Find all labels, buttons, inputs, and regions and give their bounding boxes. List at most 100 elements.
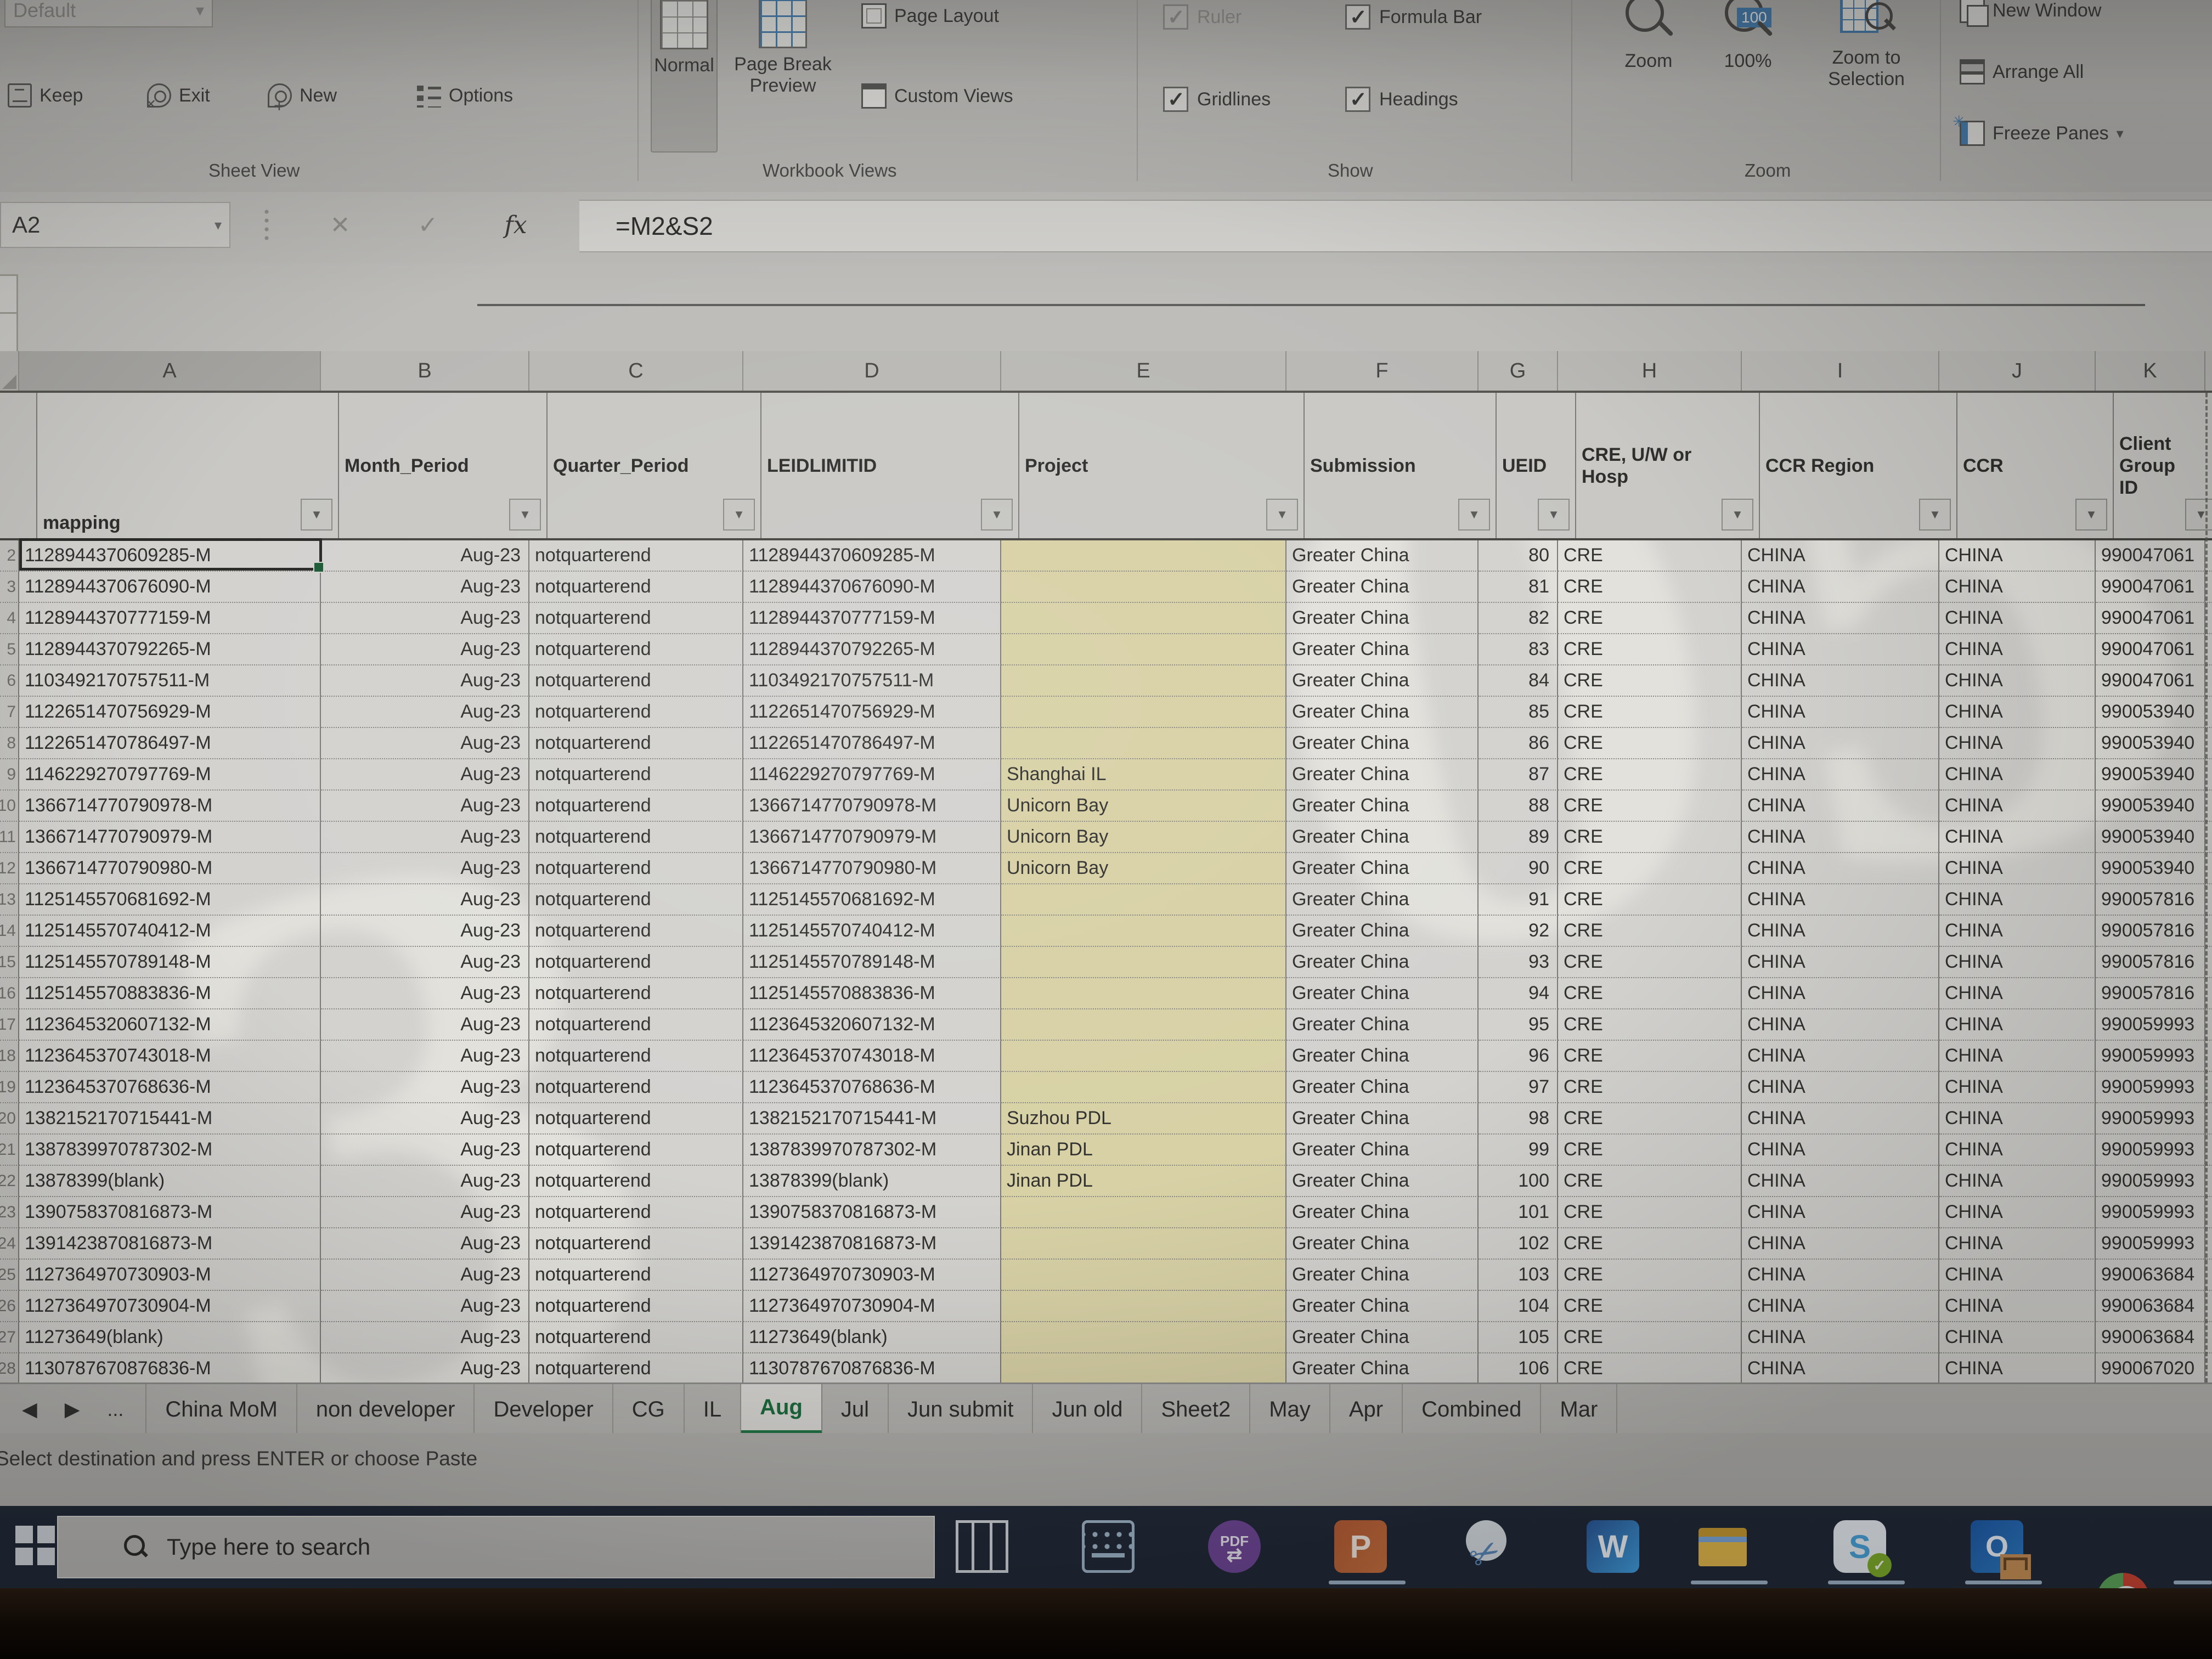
outlook-icon[interactable]: O	[1971, 1520, 2023, 1573]
cell-f[interactable]: Greater China	[1286, 947, 1479, 978]
cell-i[interactable]: CHINA	[1742, 759, 1939, 791]
cell-f[interactable]: Greater China	[1286, 540, 1479, 572]
zoom-button[interactable]: Zoom	[1607, 0, 1690, 72]
cell-e[interactable]	[1001, 947, 1286, 978]
row-header[interactable]: 27	[0, 1322, 19, 1353]
sheet-tab-may[interactable]: May	[1250, 1384, 1330, 1435]
cell-a[interactable]: 1125145570740412-M	[19, 916, 321, 947]
row-header[interactable]: 12	[0, 853, 19, 884]
cell-i[interactable]: CHINA	[1742, 1291, 1939, 1322]
arrange-all-button[interactable]: Arrange All	[1960, 59, 2084, 84]
cell-g[interactable]: 105	[1479, 1322, 1558, 1353]
cell-i[interactable]: CHINA	[1742, 978, 1939, 1009]
cell-j[interactable]: CHINA	[1939, 1009, 2096, 1041]
cell-k[interactable]: 990053940	[2096, 759, 2205, 791]
formula-bar-checkbox[interactable]	[1345, 4, 1370, 30]
cell-d[interactable]: 1127364970730904-M	[743, 1291, 1001, 1322]
cell-f[interactable]: Greater China	[1286, 1135, 1479, 1166]
cell-g[interactable]: 93	[1479, 947, 1558, 978]
row-header[interactable]: 4	[0, 603, 19, 634]
filter-dropdown-icon[interactable]	[1458, 499, 1490, 531]
cell-c[interactable]: notquarterend	[529, 1353, 743, 1383]
cell-g[interactable]: 81	[1479, 572, 1558, 603]
cell-f[interactable]: Greater China	[1286, 603, 1479, 634]
cell-b[interactable]: Aug-23	[321, 634, 529, 665]
cell-c[interactable]: notquarterend	[529, 884, 743, 916]
cell-k[interactable]: 990067020	[2096, 1353, 2205, 1383]
cell-c[interactable]: notquarterend	[529, 947, 743, 978]
cell-i[interactable]: CHINA	[1742, 1260, 1939, 1291]
sheet-tab-combined[interactable]: Combined	[1403, 1384, 1541, 1435]
cell-d[interactable]: 1387839970787302-M	[743, 1135, 1001, 1166]
header-cell-e[interactable]: Project	[1019, 393, 1305, 538]
cell-c[interactable]: notquarterend	[529, 634, 743, 665]
cell-b[interactable]: Aug-23	[321, 759, 529, 791]
sheet-tab-china-mom[interactable]: China MoM	[145, 1384, 297, 1435]
cell-k[interactable]: 990063684	[2096, 1322, 2205, 1353]
cell-c[interactable]: notquarterend	[529, 822, 743, 853]
cell-e[interactable]	[1001, 1260, 1286, 1291]
row-header[interactable]: 22	[0, 1166, 19, 1197]
cell-b[interactable]: Aug-23	[321, 1103, 529, 1135]
cell-f[interactable]: Greater China	[1286, 1166, 1479, 1197]
cell-h[interactable]: CRE	[1558, 1353, 1742, 1383]
cell-i[interactable]: CHINA	[1742, 603, 1939, 634]
filter-dropdown-icon[interactable]	[1266, 499, 1298, 531]
sheet-tab-non-developer[interactable]: non developer	[297, 1384, 475, 1435]
cell-a[interactable]: 1122651470756929-M	[19, 697, 321, 728]
cell-e[interactable]: Jinan PDL	[1001, 1166, 1286, 1197]
cell-g[interactable]: 97	[1479, 1072, 1558, 1103]
cell-e[interactable]	[1001, 728, 1286, 759]
cell-c[interactable]: notquarterend	[529, 1103, 743, 1135]
cell-i[interactable]: CHINA	[1742, 572, 1939, 603]
cell-j[interactable]: CHINA	[1939, 947, 2096, 978]
filter-dropdown-icon[interactable]	[723, 499, 755, 531]
cell-j[interactable]: CHINA	[1939, 1135, 2096, 1166]
cell-d[interactable]: 1125145570883836-M	[743, 978, 1001, 1009]
tab-scroll-right-icon[interactable]: ▶	[65, 1398, 80, 1421]
cell-h[interactable]: CRE	[1558, 697, 1742, 728]
header-cell-h[interactable]: CRE, U/W or Hosp	[1576, 393, 1760, 538]
cell-e[interactable]: Unicorn Bay	[1001, 791, 1286, 822]
cell-i[interactable]: CHINA	[1742, 665, 1939, 697]
row-header[interactable]: 20	[0, 1103, 19, 1135]
cell-a[interactable]: 1103492170757511-M	[19, 665, 321, 697]
cell-h[interactable]: CRE	[1558, 853, 1742, 884]
header-cell-i[interactable]: CCR Region	[1760, 393, 1957, 538]
cell-h[interactable]: CRE	[1558, 1166, 1742, 1197]
sheet-tab-jul[interactable]: Jul	[822, 1384, 889, 1435]
cell-b[interactable]: Aug-23	[321, 1291, 529, 1322]
cell-g[interactable]: 82	[1479, 603, 1558, 634]
cell-a[interactable]: 13878399(blank)	[19, 1166, 321, 1197]
cell-j[interactable]: CHINA	[1939, 1322, 2096, 1353]
column-header-g[interactable]: G	[1479, 351, 1558, 391]
start-button[interactable]	[15, 1526, 55, 1565]
cell-e[interactable]	[1001, 665, 1286, 697]
cell-a[interactable]: 1128944370777159-M	[19, 603, 321, 634]
cell-g[interactable]: 101	[1479, 1197, 1558, 1228]
cell-e[interactable]	[1001, 634, 1286, 665]
cell-d[interactable]: 11273649(blank)	[743, 1322, 1001, 1353]
select-all-corner[interactable]	[0, 351, 19, 391]
cell-k[interactable]: 990053940	[2096, 728, 2205, 759]
cell-j[interactable]: CHINA	[1939, 1353, 2096, 1383]
cell-i[interactable]: CHINA	[1742, 1103, 1939, 1135]
page-layout-button[interactable]: Page Layout	[861, 3, 999, 29]
row-header[interactable]: 3	[0, 572, 19, 603]
sheet-tab-apr[interactable]: Apr	[1330, 1384, 1403, 1435]
cell-g[interactable]: 84	[1479, 665, 1558, 697]
filter-dropdown-icon[interactable]	[981, 499, 1013, 531]
cell-f[interactable]: Greater China	[1286, 978, 1479, 1009]
cell-j[interactable]: CHINA	[1939, 1103, 2096, 1135]
header-cell-d[interactable]: LEIDLIMITID	[761, 393, 1019, 538]
formula-input[interactable]: =M2&S2	[579, 200, 2212, 252]
cell-h[interactable]: CRE	[1558, 572, 1742, 603]
cell-h[interactable]: CRE	[1558, 1041, 1742, 1072]
cell-a[interactable]: 1127364970730904-M	[19, 1291, 321, 1322]
column-header-f[interactable]: F	[1286, 351, 1479, 391]
cell-k[interactable]: 990053940	[2096, 822, 2205, 853]
cell-c[interactable]: notquarterend	[529, 1322, 743, 1353]
cell-d[interactable]: 1366714770790980-M	[743, 853, 1001, 884]
cell-f[interactable]: Greater China	[1286, 1228, 1479, 1260]
cell-b[interactable]: Aug-23	[321, 1322, 529, 1353]
